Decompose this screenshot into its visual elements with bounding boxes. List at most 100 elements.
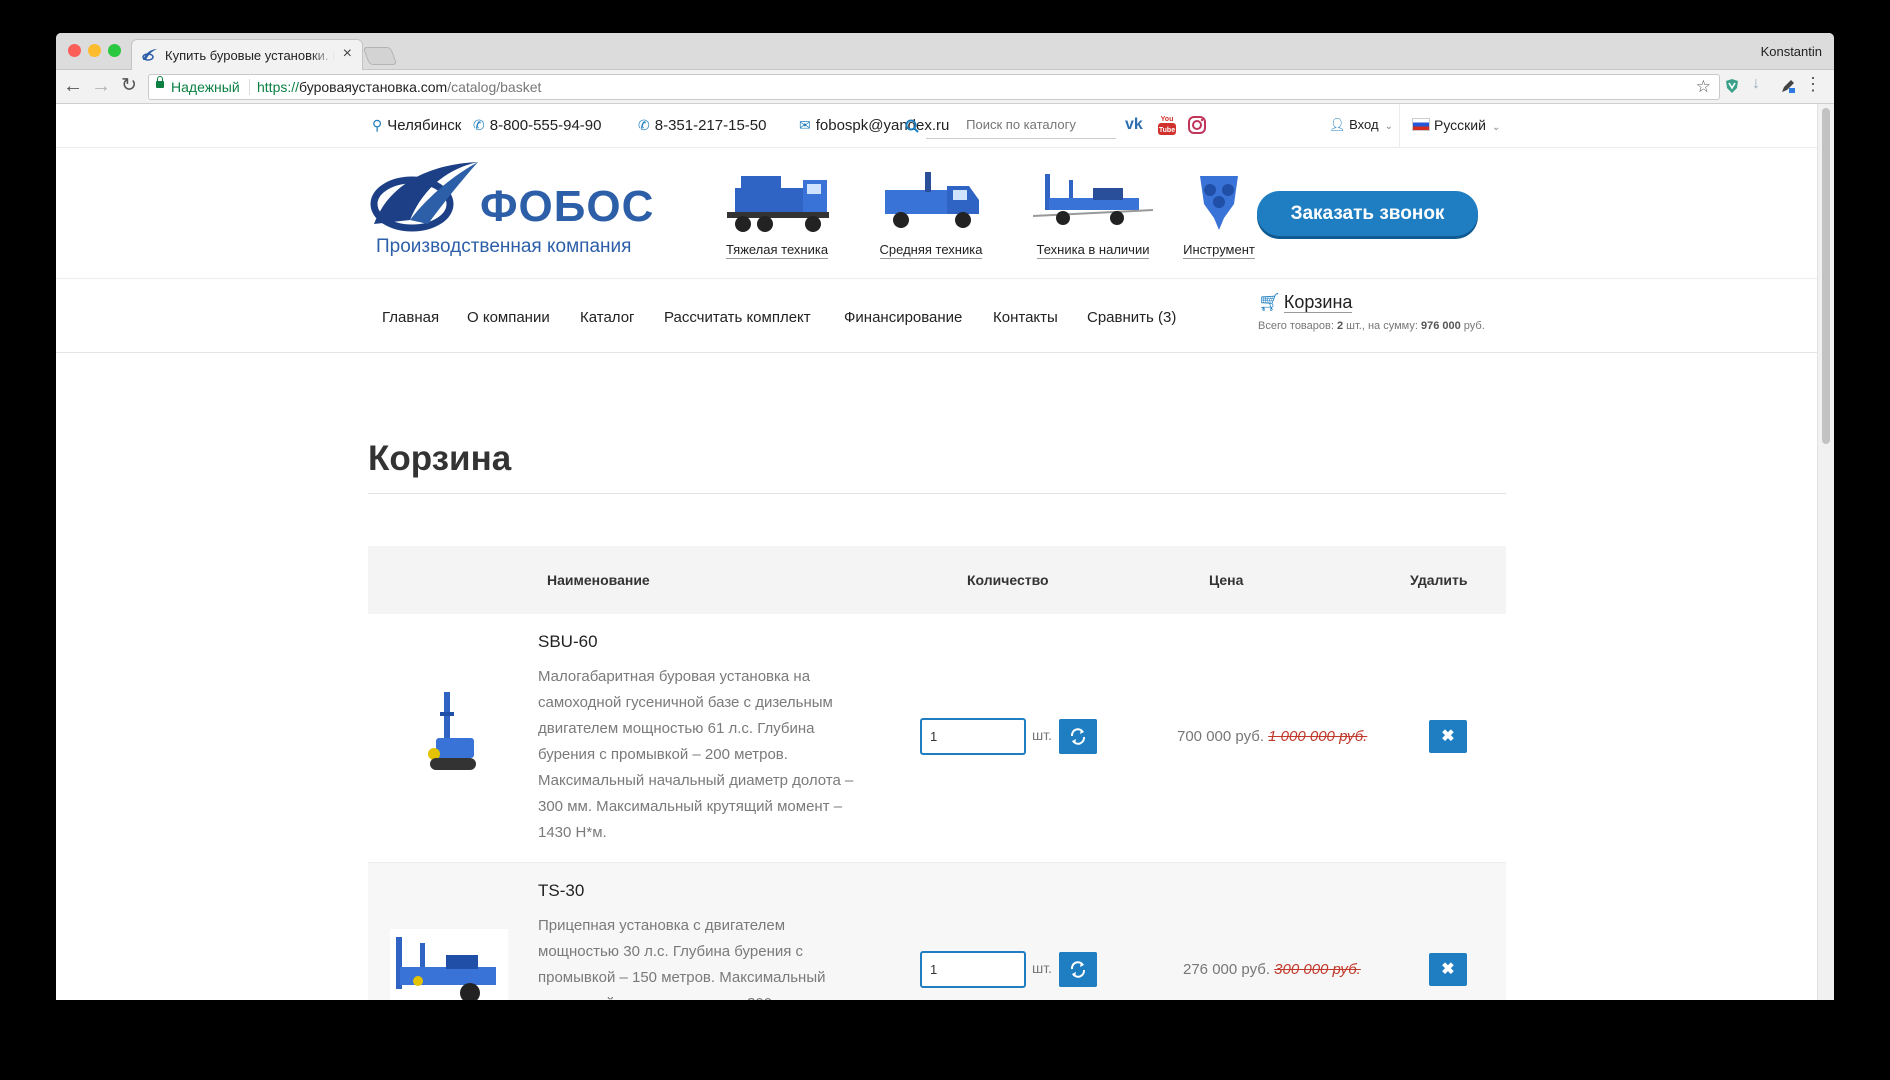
nav-item-contacts[interactable]: Контакты <box>993 309 1058 326</box>
nav-item-about[interactable]: О компании <box>467 309 550 326</box>
cart-total: 976 000 <box>1420 320 1461 332</box>
language-label: Русский <box>1434 117 1486 133</box>
login-link[interactable]: 👤︎ Вход ⌄ <box>1329 117 1393 133</box>
nav-item-catalog[interactable]: Каталог <box>580 309 635 326</box>
reload-icon[interactable]: ↻ <box>118 74 140 98</box>
drill-bit-image <box>1200 176 1238 230</box>
cart-icon[interactable]: 🛒︎ <box>1258 292 1281 312</box>
shield-extension-icon[interactable] <box>1724 78 1740 94</box>
quantity-unit: шт. <box>1032 727 1052 743</box>
logo-text: ФОБОС <box>480 182 655 231</box>
product-description: Малогабаритная буровая установка на само… <box>538 668 854 841</box>
profile-name[interactable]: Konstantin <box>1761 44 1822 59</box>
browser-tab[interactable]: Купить буровые установки. Б × <box>131 39 363 70</box>
instagram-icon[interactable] <box>1186 114 1208 136</box>
category-in-stock[interactable]: Техника в наличии <box>1033 170 1153 259</box>
envelope-icon: ✉ <box>799 117 811 133</box>
russia-flag-icon <box>1412 118 1430 131</box>
category-heavy-machinery[interactable]: Тяжелая техника <box>717 170 837 259</box>
close-icon: ✖ <box>1441 961 1455 978</box>
main-nav: Главная О компании Каталог Рассчитать ко… <box>56 279 1817 353</box>
category-label: Инструмент <box>1183 242 1255 259</box>
remove-item-button[interactable]: ✖ <box>1429 720 1467 753</box>
address-bar[interactable]: Надежный https://буроваяустановка.com/ca… <box>148 74 1720 100</box>
quantity-unit: шт. <box>1032 960 1052 976</box>
chevron-down-icon: ⌄ <box>1384 121 1393 132</box>
table-row: TS-30 Прицепная установка с двигателем м… <box>368 863 1506 1000</box>
logo-subtitle: Производственная компания <box>376 236 632 257</box>
page-title: Корзина <box>368 439 512 478</box>
secure-label: Надежный <box>171 79 240 95</box>
maximize-window-button[interactable] <box>108 44 121 57</box>
phone-2[interactable]: ✆ 8-351-217-15-50 <box>638 117 766 134</box>
phone-1[interactable]: ✆ 8-800-555-94-90 <box>473 117 601 134</box>
nav-item-calculate[interactable]: Рассчитать комплект <box>664 309 811 326</box>
column-header-name: Наименование <box>547 572 650 588</box>
svg-text:Tube: Tube <box>1159 127 1175 134</box>
nav-item-financing[interactable]: Финансирование <box>844 309 962 326</box>
close-window-button[interactable] <box>68 44 81 57</box>
price-cell: 276 000 руб. 300 000 руб. <box>1183 961 1361 978</box>
quantity-input[interactable] <box>920 718 1026 755</box>
tab-close-icon[interactable]: × <box>343 45 352 63</box>
category-medium-machinery[interactable]: Средняя техника <box>871 170 991 259</box>
fobos-logo-icon <box>370 162 478 232</box>
heavy-truck-image <box>727 176 829 232</box>
phone-1-label: 8-800-555-94-90 <box>489 117 602 134</box>
old-price: 1 000 000 руб. <box>1268 728 1368 745</box>
phone-icon: ✆ <box>473 117 485 133</box>
pen-extension-icon[interactable] <box>1780 78 1796 94</box>
nav-item-compare[interactable]: Сравнить (3) <box>1087 309 1176 326</box>
search-icon[interactable] <box>905 119 919 133</box>
medium-truck-image <box>885 172 979 228</box>
tab-strip: Купить буровые установки. Б × Konstantin <box>56 33 1834 70</box>
column-header-remove: Удалить <box>1410 572 1468 588</box>
cart-link[interactable]: Корзина <box>1283 292 1353 313</box>
product-image-sbu-60[interactable] <box>420 692 480 778</box>
site-header: ФОБОС Производственная компания Тяжелая … <box>56 148 1817 279</box>
category-tools[interactable]: Инструмент <box>1169 170 1269 259</box>
map-pin-icon: ⚲ <box>372 117 383 133</box>
nav-item-home[interactable]: Главная <box>382 309 439 326</box>
product-image-ts-30[interactable] <box>390 929 508 1000</box>
close-icon: ✖ <box>1441 728 1455 745</box>
category-label: Средняя техника <box>879 242 983 259</box>
refresh-quantity-icon[interactable] <box>1059 952 1097 987</box>
city-selector[interactable]: ⚲ Челябинск <box>372 117 461 134</box>
refresh-quantity-icon[interactable] <box>1059 719 1097 754</box>
scrollbar-thumb[interactable] <box>1822 108 1830 444</box>
remove-item-button[interactable]: ✖ <box>1429 953 1467 986</box>
category-label: Тяжелая техника <box>725 242 829 259</box>
url-path: /catalog/basket <box>447 79 542 95</box>
vk-icon[interactable]: vk <box>1125 114 1147 136</box>
trailer-rig-image <box>1033 174 1153 225</box>
old-price: 300 000 руб. <box>1274 961 1361 978</box>
forward-arrow-icon[interactable]: → <box>90 74 112 98</box>
request-call-button[interactable]: Заказать звонок <box>1257 191 1478 236</box>
youtube-icon[interactable]: You Tube <box>1156 114 1178 136</box>
quantity-input[interactable] <box>920 951 1026 988</box>
phone-2-label: 8-351-217-15-50 <box>654 117 767 134</box>
url-text[interactable]: https://буроваяустановка.com/catalog/bas… <box>257 75 541 99</box>
browser-window: Купить буровые установки. Б × Konstantin… <box>56 33 1834 1000</box>
site-logo[interactable]: ФОБОС Производственная компания <box>370 160 653 260</box>
divider <box>1399 104 1400 147</box>
cart-count: 2 <box>1336 320 1344 332</box>
cart-summary: Всего товаров: 2 шт., на сумму: 976 000 … <box>1258 320 1485 332</box>
minimize-window-button[interactable] <box>88 44 101 57</box>
header-cart: 🛒︎ Корзина Всего товаров: 2 шт., на сумму… <box>1258 292 1485 332</box>
new-tab-button[interactable] <box>362 47 398 65</box>
product-name[interactable]: TS-30 <box>538 881 584 901</box>
catalog-search-input[interactable] <box>926 112 1116 136</box>
top-info-bar: ⚲ Челябинск ✆ 8-800-555-94-90 ✆ 8-351-217-1… <box>56 104 1817 148</box>
language-selector[interactable]: Русский ⌄ <box>1412 117 1500 133</box>
current-price: 700 000 руб. <box>1177 728 1264 745</box>
bookmark-star-icon[interactable]: ☆ <box>1696 75 1711 99</box>
browser-menu-icon[interactable]: ⋮ <box>1804 74 1822 95</box>
back-arrow-icon[interactable]: ← <box>62 74 84 98</box>
url-host: буроваяустановка.com <box>299 79 448 95</box>
login-label: Вход <box>1349 117 1379 132</box>
download-extension-icon[interactable]: ↓ <box>1752 76 1768 92</box>
page-scrollbar[interactable] <box>1817 104 1834 1000</box>
product-name[interactable]: SBU-60 <box>538 632 598 652</box>
